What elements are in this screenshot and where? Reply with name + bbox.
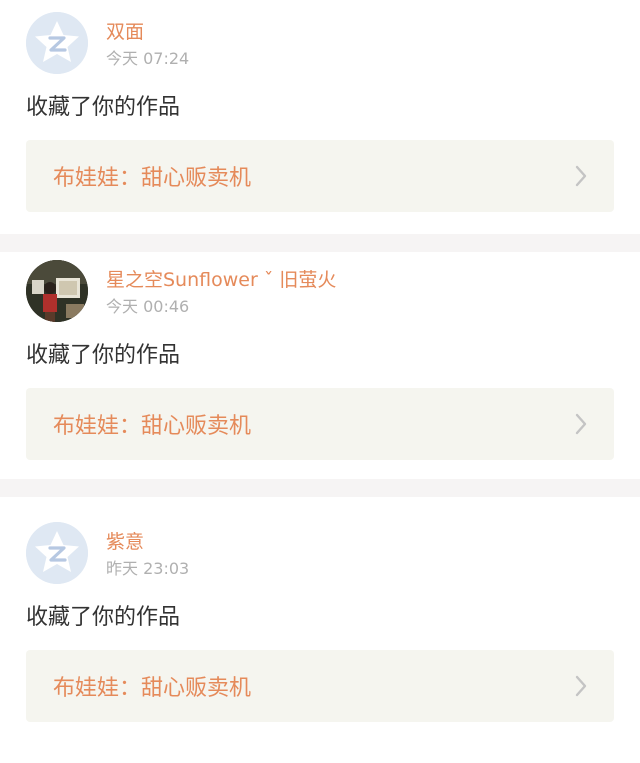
avatar[interactable] (26, 12, 88, 74)
work-title: 布娃娃：甜心贩卖机 (53, 166, 252, 191)
separator (0, 234, 640, 252)
notification-item: 紫意 昨天 23:03 收藏了你的作品 布娃娃：甜心贩卖机 (0, 497, 640, 747)
avatar[interactable] (26, 260, 88, 322)
notification-header: 星之空Sunflower ˇ 旧萤火 今天 00:46 (26, 260, 614, 322)
action-text: 收藏了你的作品 (26, 343, 181, 368)
notification-meta: 双面 今天 07:24 (106, 12, 189, 69)
user-name[interactable]: 双面 (106, 20, 189, 44)
chevron-right-icon (575, 165, 587, 187)
notification-meta: 紫意 昨天 23:03 (106, 522, 189, 579)
action-text: 收藏了你的作品 (26, 95, 181, 120)
user-name[interactable]: 星之空Sunflower ˇ 旧萤火 (106, 268, 336, 292)
work-link[interactable]: 布娃娃：甜心贩卖机 (26, 388, 614, 460)
timestamp: 昨天 23:03 (106, 559, 190, 578)
notification-header: 双面 今天 07:24 (26, 12, 614, 74)
timestamp: 今天 07:24 (106, 49, 190, 68)
notification-meta: 星之空Sunflower ˇ 旧萤火 今天 00:46 (106, 260, 336, 317)
notification-feed: 双面 今天 07:24 收藏了你的作品 布娃娃：甜心贩卖机 星之空Sunflow… (0, 0, 640, 747)
notification-item: 星之空Sunflower ˇ 旧萤火 今天 00:46 收藏了你的作品 布娃娃：… (0, 252, 640, 479)
work-title: 布娃娃：甜心贩卖机 (53, 414, 252, 439)
work-link[interactable]: 布娃娃：甜心贩卖机 (26, 140, 614, 212)
default-avatar-icon (26, 12, 88, 74)
separator (0, 479, 640, 497)
user-photo-avatar (26, 260, 88, 322)
avatar[interactable] (26, 522, 88, 584)
chevron-right-icon (575, 413, 587, 435)
notification-item: 双面 今天 07:24 收藏了你的作品 布娃娃：甜心贩卖机 (0, 0, 640, 234)
work-title: 布娃娃：甜心贩卖机 (53, 676, 252, 701)
work-link[interactable]: 布娃娃：甜心贩卖机 (26, 650, 614, 722)
action-text: 收藏了你的作品 (26, 605, 181, 630)
default-avatar-icon (26, 522, 88, 584)
user-name[interactable]: 紫意 (106, 530, 189, 554)
chevron-right-icon (575, 675, 587, 697)
timestamp: 今天 00:46 (106, 297, 190, 316)
notification-header: 紫意 昨天 23:03 (26, 522, 614, 584)
